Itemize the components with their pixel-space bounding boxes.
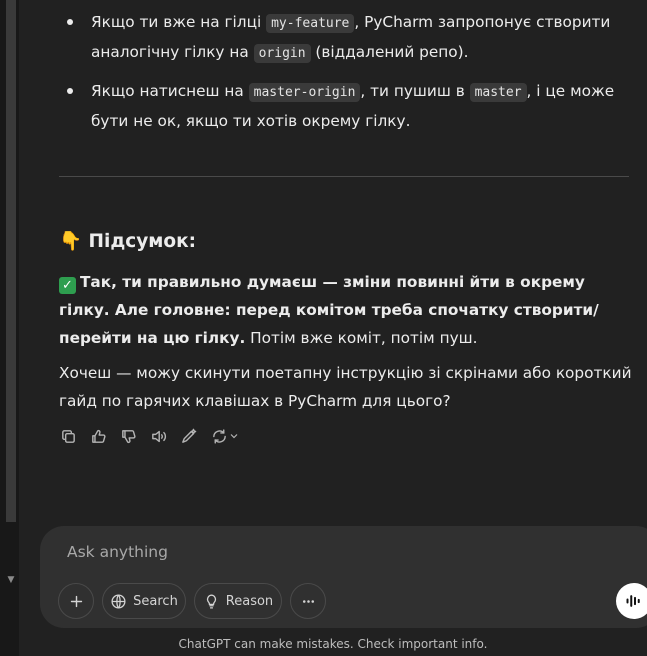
inline-code: origin xyxy=(253,44,311,63)
chat-main: Якщо ти вже на гілці my-feature, PyCharm… xyxy=(19,0,647,656)
lightbulb-icon xyxy=(206,593,216,609)
bullet-list: Якщо ти вже на гілці my-feature, PyCharm… xyxy=(59,8,644,144)
globe-icon xyxy=(111,593,126,609)
add-attachment-button[interactable] xyxy=(58,583,94,619)
search-button[interactable]: Search xyxy=(102,583,186,619)
ellipsis-icon xyxy=(302,599,314,603)
more-tools-button[interactable] xyxy=(290,583,326,619)
section-divider xyxy=(59,176,629,177)
text: Потім вже коміт, потім пуш. xyxy=(245,329,478,347)
regenerate-icon[interactable] xyxy=(209,426,241,446)
list-item: Якщо ти вже на гілці my-feature, PyCharm… xyxy=(59,8,644,68)
list-item: Якщо натиснеш на master-origin, ти пушиш… xyxy=(59,77,644,135)
check-mark-icon: ✓ xyxy=(59,277,76,294)
summary-paragraph: ✓ Так, ти правильно думаєш — зміни повинн… xyxy=(59,268,634,352)
edit-icon[interactable] xyxy=(179,426,198,446)
speaker-icon[interactable] xyxy=(149,426,168,446)
composer: Ask anything Search Reason xyxy=(40,526,647,628)
left-sidebar-strip: ▼ xyxy=(0,0,19,656)
disclaimer-text: ChatGPT can make mistakes. Check importa… xyxy=(178,637,488,651)
plus-icon xyxy=(70,595,82,607)
inline-code: master xyxy=(469,83,527,102)
text: (віддалений репо). xyxy=(310,43,469,61)
text: Якщо натиснеш на xyxy=(91,82,249,100)
sidebar-scrollbar[interactable] xyxy=(6,0,16,522)
inline-code: my-feature xyxy=(266,14,355,33)
reason-label: Reason xyxy=(225,593,274,609)
thumbs-down-icon[interactable] xyxy=(119,426,138,446)
thumbs-up-icon[interactable] xyxy=(89,426,108,446)
pointing-down-icon: 👇 xyxy=(59,231,83,252)
chevron-down-icon[interactable]: ▼ xyxy=(6,575,16,585)
search-label: Search xyxy=(133,593,178,609)
reason-button[interactable]: Reason xyxy=(194,583,282,619)
summary-heading: 👇 Підсумок: xyxy=(59,230,196,252)
summary-title: Підсумок: xyxy=(88,231,197,252)
text: , ти пушиш в xyxy=(360,82,470,100)
followup-paragraph: Хочеш — можу скинути поетапну інструкцію… xyxy=(59,364,632,410)
message-actions xyxy=(59,426,241,448)
text: Якщо ти вже на гілці xyxy=(91,13,267,31)
chevron-down-icon[interactable] xyxy=(228,430,240,442)
prompt-input[interactable]: Ask anything xyxy=(67,543,168,561)
voice-icon xyxy=(626,595,640,607)
inline-code: master-origin xyxy=(248,83,361,102)
copy-icon[interactable] xyxy=(59,426,78,446)
voice-mode-button[interactable] xyxy=(616,583,647,619)
